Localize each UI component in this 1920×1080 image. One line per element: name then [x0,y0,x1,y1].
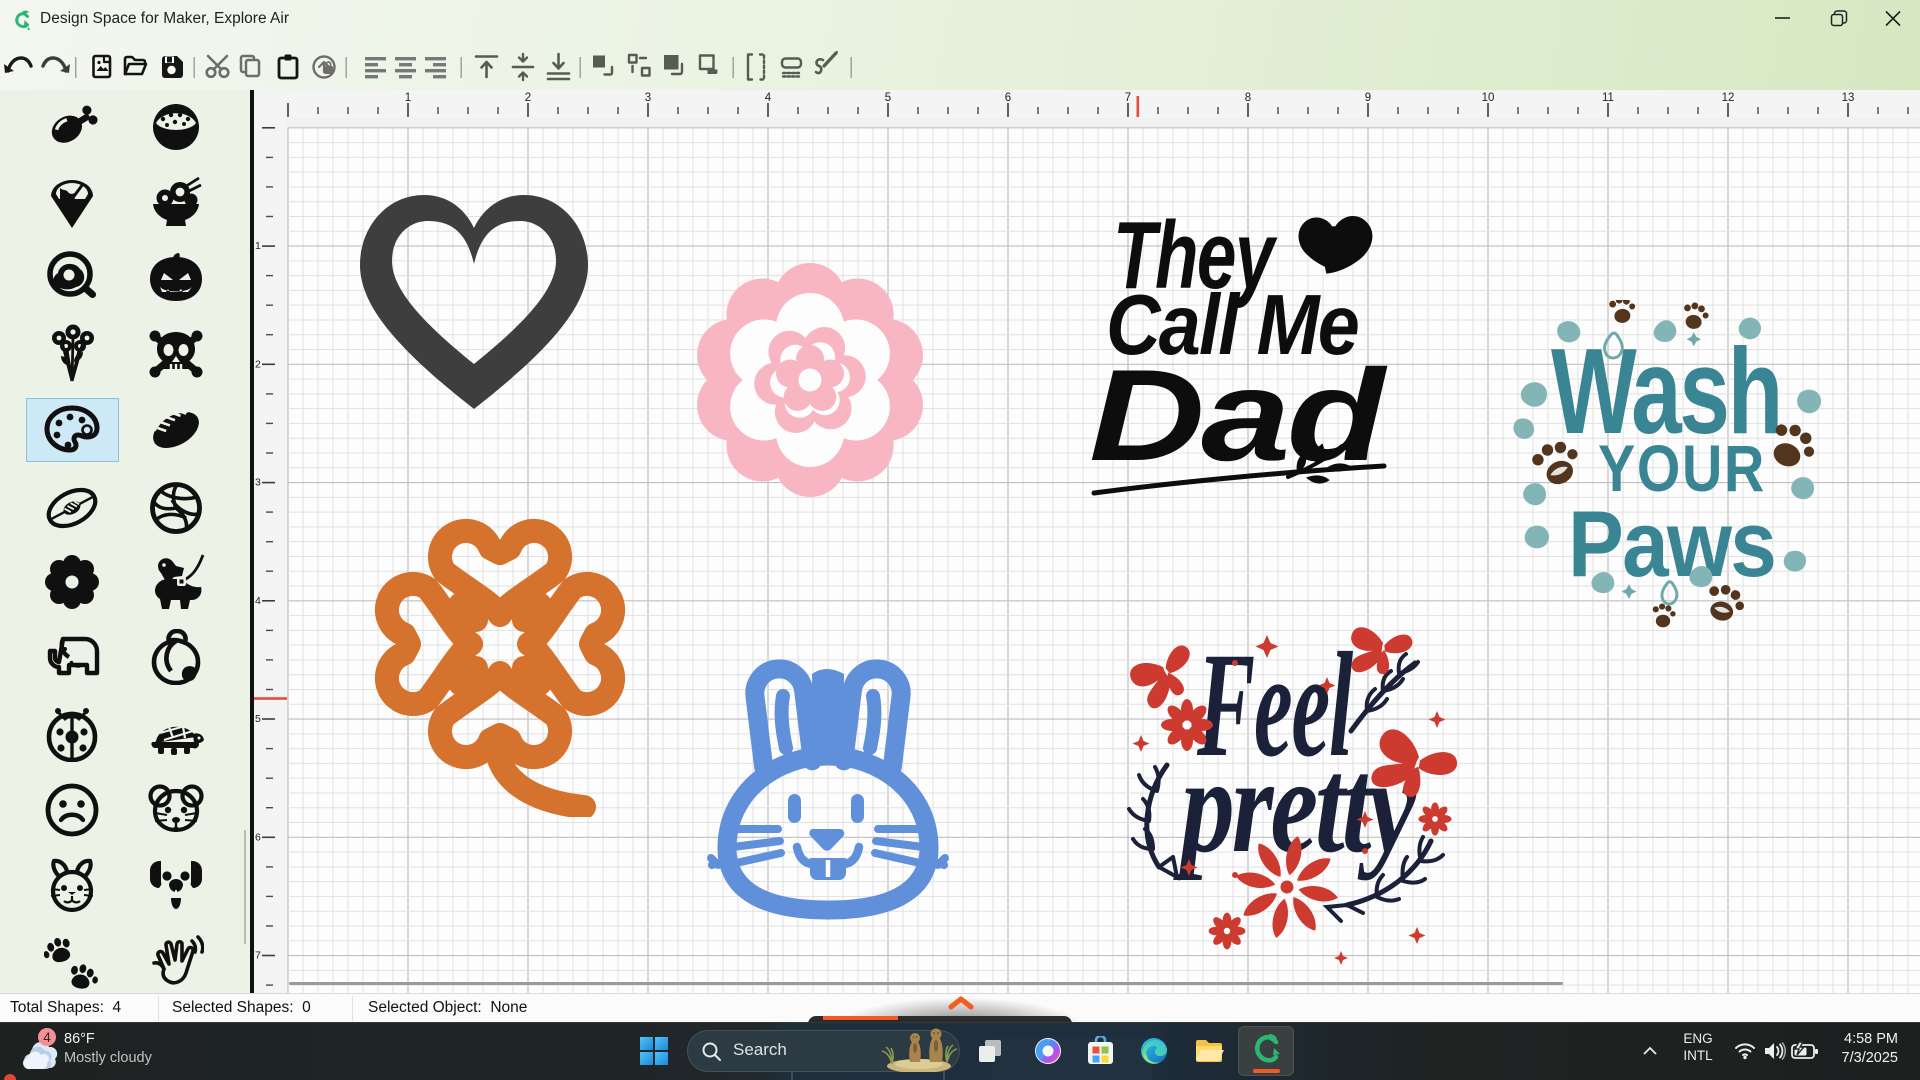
svg-text:1: 1 [255,240,261,252]
svg-text:10: 10 [1482,92,1495,104]
svg-text:1: 1 [405,92,411,104]
svg-text:7: 7 [255,950,261,962]
svg-text:3: 3 [645,92,651,104]
svg-text:5: 5 [255,713,261,725]
svg-text:12: 12 [1722,92,1735,104]
svg-text:4: 4 [765,92,772,104]
svg-text:11: 11 [1602,92,1614,104]
svg-text:3: 3 [255,477,261,489]
svg-text:2: 2 [525,92,531,104]
svg-text:13: 13 [1842,92,1855,104]
svg-text:6: 6 [1005,92,1011,104]
svg-text:7: 7 [1125,92,1131,104]
svg-text:2: 2 [255,358,261,370]
svg-text:6: 6 [255,831,261,843]
svg-text:5: 5 [885,92,891,104]
svg-text:4: 4 [255,595,261,607]
svg-text:4: 4 [43,1030,51,1045]
svg-text:9: 9 [1365,92,1371,104]
svg-text:8: 8 [1245,92,1251,104]
